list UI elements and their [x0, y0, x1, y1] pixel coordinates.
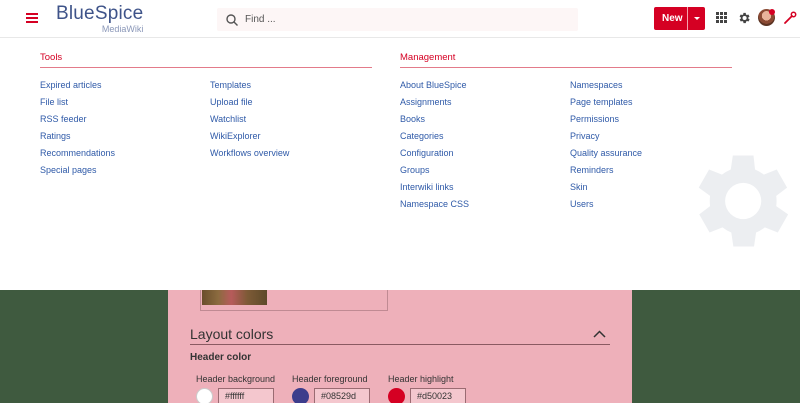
management-divider	[400, 67, 732, 68]
menu-link-expired-articles[interactable]: Expired articles	[40, 80, 102, 90]
top-header: BlueSpice MediaWiki New	[0, 0, 800, 38]
menu-link-rss-feeder[interactable]: RSS feeder	[40, 114, 87, 124]
menu-link-ratings[interactable]: Ratings	[40, 131, 71, 141]
mega-menu: Tools Management Expired articles File l…	[0, 38, 800, 290]
tools-divider	[40, 67, 372, 68]
hamburger-menu-icon[interactable]	[26, 13, 38, 23]
logo[interactable]: BlueSpice MediaWiki	[56, 3, 144, 35]
menu-link-templates[interactable]: Templates	[210, 80, 251, 90]
menu-link-interwiki-links[interactable]: Interwiki links	[400, 182, 454, 192]
search-icon	[226, 14, 238, 26]
header-background-input[interactable]	[218, 388, 274, 403]
logo-text: BlueSpice	[56, 3, 144, 24]
header-foreground-input[interactable]	[314, 388, 370, 403]
layout-colors-divider	[190, 344, 610, 345]
new-button[interactable]: New	[654, 7, 705, 30]
management-section-title: Management	[400, 52, 456, 63]
menu-link-permissions[interactable]: Permissions	[570, 114, 619, 124]
menu-link-wikiexplorer[interactable]: WikiExplorer	[210, 131, 261, 141]
wrench-icon[interactable]	[783, 11, 797, 25]
menu-link-namespace-css[interactable]: Namespace CSS	[400, 199, 469, 209]
layout-colors-heading[interactable]: Layout colors	[190, 326, 273, 342]
menu-link-page-templates[interactable]: Page templates	[570, 97, 633, 107]
menu-link-configuration[interactable]: Configuration	[400, 148, 454, 158]
new-button-divider	[687, 7, 688, 30]
menu-link-assignments[interactable]: Assignments	[400, 97, 452, 107]
chevron-up-icon[interactable]	[593, 330, 606, 338]
menu-link-categories[interactable]: Categories	[400, 131, 444, 141]
menu-link-users[interactable]: Users	[570, 199, 594, 209]
tools-section-title: Tools	[40, 52, 63, 63]
menu-link-namespaces[interactable]: Namespaces	[570, 80, 623, 90]
menu-link-recommendations[interactable]: Recommendations	[40, 148, 115, 158]
header-background-swatch[interactable]	[196, 388, 213, 403]
apps-grid-icon[interactable]	[716, 12, 727, 23]
header-foreground-label: Header foreground	[292, 374, 368, 384]
menu-link-privacy[interactable]: Privacy	[570, 131, 600, 141]
header-highlight-label: Header highlight	[388, 374, 454, 384]
menu-link-workflows-overview[interactable]: Workflows overview	[210, 148, 289, 158]
header-highlight-input[interactable]	[410, 388, 466, 403]
menu-link-special-pages[interactable]: Special pages	[40, 165, 97, 175]
search-box[interactable]	[217, 8, 578, 31]
notification-dot	[769, 9, 775, 15]
menu-link-quality-assurance[interactable]: Quality assurance	[570, 148, 642, 158]
menu-link-groups[interactable]: Groups	[400, 165, 430, 175]
new-button-label: New	[662, 13, 683, 24]
menu-link-books[interactable]: Books	[400, 114, 425, 124]
menu-link-skin[interactable]: Skin	[570, 182, 588, 192]
menu-link-about-bluespice[interactable]: About BlueSpice	[400, 80, 467, 90]
gear-icon[interactable]	[737, 11, 751, 25]
logo-subtext: MediaWiki	[101, 24, 144, 34]
gear-icon	[698, 155, 789, 247]
logo-preview-image	[202, 290, 267, 305]
header-color-subheading: Header color	[190, 352, 252, 363]
menu-link-watchlist[interactable]: Watchlist	[210, 114, 246, 124]
menu-link-upload-file[interactable]: Upload file	[210, 97, 253, 107]
header-highlight-swatch[interactable]	[388, 388, 405, 403]
chevron-down-icon[interactable]	[694, 17, 700, 20]
menu-link-file-list[interactable]: File list	[40, 97, 68, 107]
menu-link-reminders[interactable]: Reminders	[570, 165, 614, 175]
header-background-label: Header background	[196, 374, 276, 384]
header-foreground-swatch[interactable]	[292, 388, 309, 403]
search-input[interactable]	[245, 10, 565, 29]
